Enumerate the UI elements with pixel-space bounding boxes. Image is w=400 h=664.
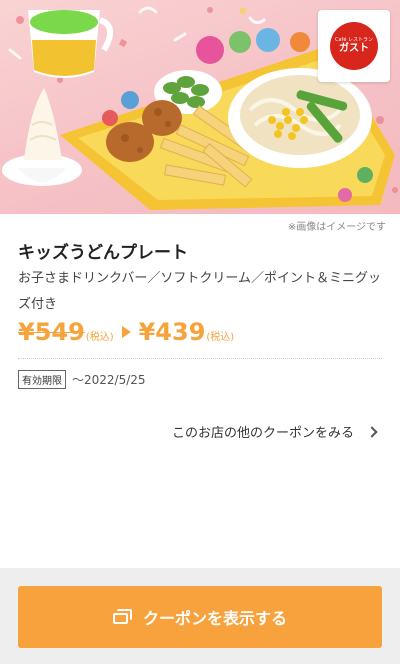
original-price-tax: (税込) — [85, 332, 114, 343]
validity-badge: 有効期限 — [18, 370, 66, 389]
footer-bar: クーポンを表示する — [0, 568, 400, 664]
hero-image: Café レストラン ガスト — [0, 0, 400, 214]
other-coupons-link[interactable]: このお店の他のクーポンをみる — [171, 422, 378, 441]
divider — [18, 358, 382, 359]
price-arrow-icon — [121, 326, 131, 338]
image-note: ※画像はイメージです — [287, 222, 386, 233]
coupon-title: キッズうどんプレート — [18, 243, 188, 263]
coupon-cards-icon — [112, 609, 133, 625]
discount-price: ¥439 — [138, 318, 206, 346]
logo-text: ガスト — [339, 43, 369, 54]
original-price: ¥549 — [18, 318, 85, 346]
validity-date: 〜2022/5/25 — [72, 373, 146, 387]
chevron-right-icon — [366, 425, 378, 438]
show-coupon-button[interactable]: クーポンを表示する — [18, 586, 382, 648]
coupon-description: お子さまドリンクバー／ソフトクリーム／ポイント＆ミニグッズ付き — [18, 271, 381, 312]
coupon-card: ※画像はイメージです キッズうどんプレート お子さまドリンクバー／ソフトクリーム… — [0, 214, 400, 568]
discount-price-tax: (税込) — [206, 332, 235, 343]
show-coupon-label: クーポンを表示する — [142, 609, 287, 628]
other-coupons-label: このお店の他のクーポンをみる — [171, 426, 354, 441]
validity-row: 有効期限 〜2022/5/25 — [18, 370, 146, 389]
brand-logo-mark: Café レストラン ガスト — [330, 22, 378, 70]
gusto-logo: Café レストラン ガスト — [318, 10, 390, 82]
price-row: ¥549 (税込) ¥439 (税込) — [18, 318, 234, 346]
